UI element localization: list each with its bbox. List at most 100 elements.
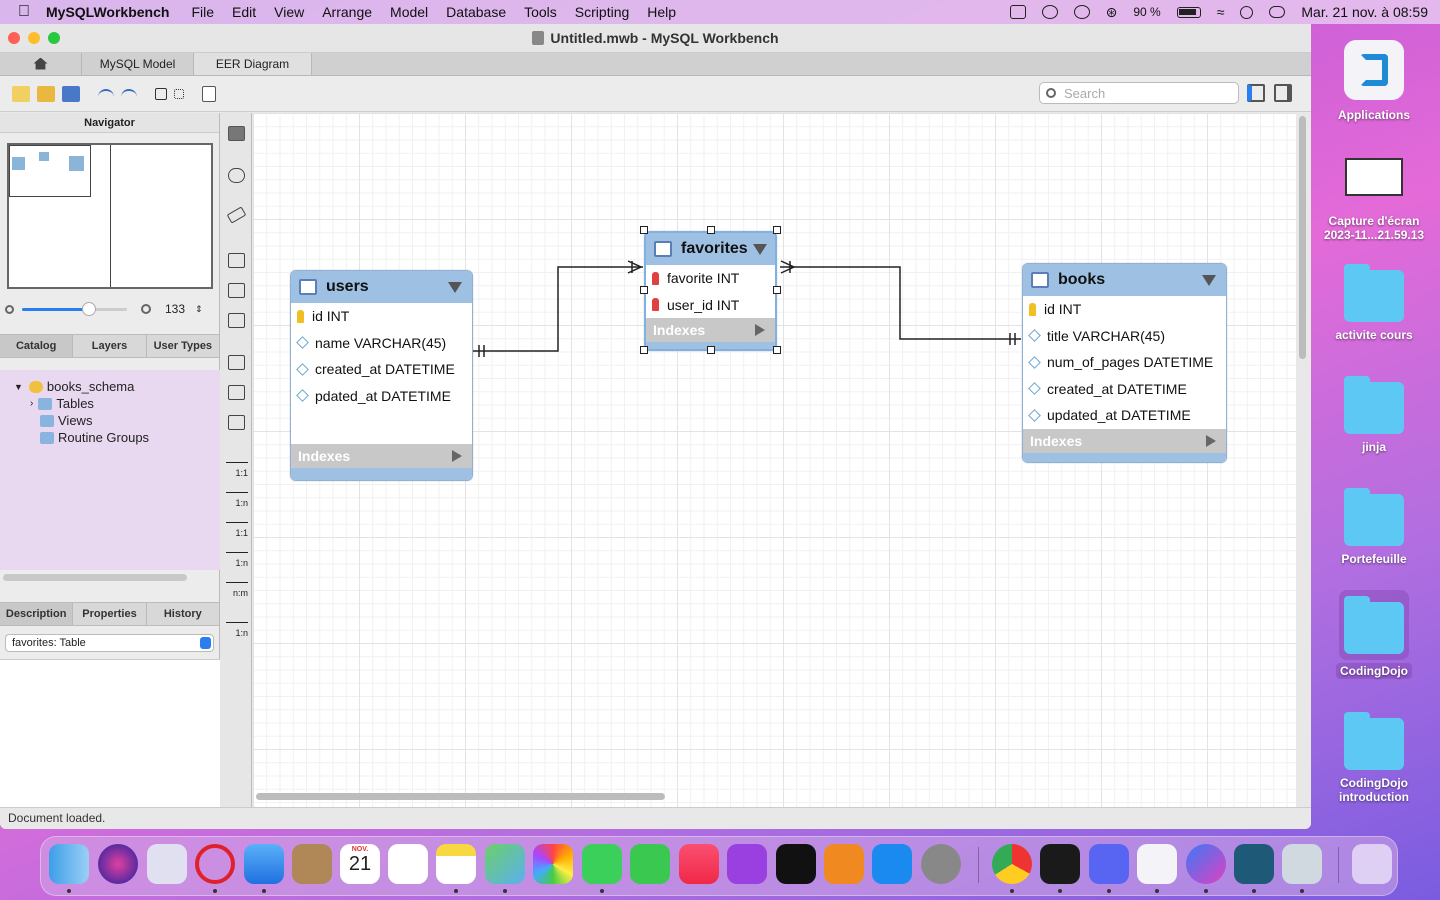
battery-icon[interactable] — [1176, 6, 1201, 18]
tv-icon[interactable] — [776, 844, 816, 884]
eer-canvas[interactable]: users id INT name VARCHAR(45) created_at… — [253, 113, 1296, 811]
redo-icon[interactable] — [121, 88, 137, 99]
search-field[interactable]: Search — [1039, 82, 1239, 104]
save-model-icon[interactable] — [62, 85, 80, 102]
app-store-icon[interactable] — [872, 844, 912, 884]
close-window-button[interactable] — [8, 32, 20, 44]
layer-tool-icon[interactable] — [228, 253, 245, 268]
navigator-minimap[interactable] — [7, 143, 213, 289]
control-center-icon[interactable] — [1269, 6, 1286, 18]
tab-mysql-model[interactable]: MySQL Model — [82, 52, 194, 75]
new-diagram-icon[interactable] — [202, 85, 216, 102]
column-row[interactable]: name VARCHAR(45) — [291, 330, 472, 357]
apple-icon[interactable]:  — [18, 4, 32, 20]
pointer-tool-icon[interactable] — [228, 126, 245, 141]
tab-eer-diagram[interactable]: EER Diagram — [194, 52, 312, 75]
menu-scripting[interactable]: Scripting — [575, 4, 629, 20]
rel-1-1-identifying-icon[interactable]: 1:1 — [226, 522, 248, 538]
wifi-icon[interactable]: ≈ — [1217, 4, 1225, 20]
tab-catalog[interactable]: Catalog — [0, 335, 74, 357]
zoom-window-button[interactable] — [48, 32, 60, 44]
disclosure-closed-icon[interactable]: › — [30, 398, 33, 409]
tree-schema[interactable]: ▼ books_schema — [0, 378, 220, 395]
messages-icon[interactable] — [582, 844, 622, 884]
column-row[interactable]: num_of_pages DATETIME — [1023, 349, 1226, 376]
resize-handle[interactable] — [773, 226, 781, 234]
spotlight-icon[interactable] — [1240, 5, 1254, 19]
minimap-viewport[interactable] — [9, 145, 91, 197]
open-model-icon[interactable] — [37, 85, 55, 102]
table-books[interactable]: books id INT title VARCHAR(45) num_of_pa… — [1022, 263, 1227, 463]
notes-icon[interactable] — [436, 844, 476, 884]
desktop-portefeuille[interactable]: Portefeuille — [1319, 488, 1429, 566]
rel-1-n-identifying-icon[interactable]: 1:n — [226, 552, 248, 568]
toggle-grid-icon[interactable] — [155, 87, 167, 100]
menu-edit[interactable]: Edit — [232, 4, 256, 20]
tab-history[interactable]: History — [147, 603, 220, 625]
menu-view[interactable]: View — [274, 4, 304, 20]
table-tool-icon[interactable] — [228, 355, 245, 370]
catalog-scrollbar[interactable] — [3, 574, 187, 581]
collapse-icon[interactable] — [753, 244, 767, 255]
zoom-stepper-icon[interactable]: ⇕ — [195, 304, 203, 315]
expand-indexes-icon[interactable] — [1206, 434, 1216, 447]
favorites-books-connector[interactable] — [780, 266, 1021, 340]
tab-properties[interactable]: Properties — [73, 603, 147, 625]
description-area[interactable] — [0, 659, 220, 807]
menu-model[interactable]: Model — [390, 4, 428, 20]
desktop-codingdojo[interactable]: CodingDojo — [1319, 590, 1429, 679]
column-row[interactable]: id INT — [1023, 296, 1226, 323]
collapse-icon[interactable] — [448, 282, 462, 293]
table-users-indexes[interactable]: Indexes — [291, 444, 472, 468]
messenger-icon[interactable] — [1186, 844, 1226, 884]
desktop-screenshot[interactable]: Capture d'écran 2023-11...21.59.13 — [1319, 158, 1429, 242]
podcasts-icon[interactable] — [727, 844, 767, 884]
chrome-icon[interactable] — [992, 844, 1032, 884]
tab-description[interactable]: Description — [0, 603, 74, 625]
table-books-indexes[interactable]: Indexes — [1023, 428, 1226, 453]
undo-icon[interactable] — [98, 88, 114, 99]
trash-icon[interactable] — [1352, 844, 1392, 884]
object-select[interactable]: favorites: Table — [5, 634, 214, 652]
resize-handle[interactable] — [773, 286, 781, 294]
hand-tool-icon[interactable] — [228, 168, 245, 183]
expand-indexes-icon[interactable] — [452, 450, 462, 462]
rel-1-n-existing-columns-icon[interactable]: 1:n — [226, 622, 248, 638]
resize-handle[interactable] — [640, 226, 648, 234]
zoom-in-icon[interactable] — [141, 304, 151, 314]
menu-file[interactable]: File — [191, 4, 214, 20]
image-tool-icon[interactable] — [228, 313, 245, 328]
rel-1-1-non-identifying-icon[interactable]: 1:1 — [226, 462, 248, 478]
vscode-icon[interactable] — [1137, 844, 1177, 884]
column-row[interactable]: pdated_at DATETIME — [291, 383, 472, 410]
discord-icon[interactable] — [1089, 844, 1129, 884]
disclosure-open-icon[interactable]: ▼ — [14, 382, 23, 392]
launchpad-icon[interactable] — [147, 844, 187, 884]
table-users-header[interactable]: users — [291, 271, 472, 303]
resize-handle[interactable] — [707, 226, 715, 234]
note-tool-icon[interactable] — [228, 283, 245, 298]
zoom-slider[interactable] — [22, 301, 127, 316]
tab-layers[interactable]: Layers — [73, 335, 147, 357]
minimize-window-button[interactable] — [28, 32, 40, 44]
menu-arrange[interactable]: Arrange — [322, 4, 372, 20]
facetime-icon[interactable] — [630, 844, 670, 884]
maps-icon[interactable] — [485, 844, 525, 884]
align-grid-icon[interactable] — [174, 88, 184, 99]
eraser-tool-icon[interactable] — [226, 206, 247, 224]
zoom-value[interactable]: 133 — [165, 302, 185, 316]
books-icon[interactable] — [824, 844, 864, 884]
music-icon[interactable] — [679, 844, 719, 884]
new-model-icon[interactable] — [12, 85, 30, 102]
rel-n-m-identifying-icon[interactable]: n:m — [226, 582, 248, 598]
table-favorites[interactable]: favorites favorite INT user_id INT Index… — [644, 231, 777, 351]
bluetooth-icon[interactable]: ⊛ — [1106, 4, 1118, 21]
resize-handle[interactable] — [773, 346, 781, 354]
column-row[interactable]: favorite INT — [646, 265, 775, 292]
column-row[interactable]: created_at DATETIME — [291, 356, 472, 383]
system-preferences-icon[interactable] — [921, 844, 961, 884]
photos-icon[interactable] — [533, 844, 573, 884]
zoom-slider-knob[interactable] — [82, 301, 96, 316]
rel-1-n-non-identifying-icon[interactable]: 1:n — [226, 492, 248, 508]
mysql-workbench-icon[interactable] — [1234, 844, 1274, 884]
